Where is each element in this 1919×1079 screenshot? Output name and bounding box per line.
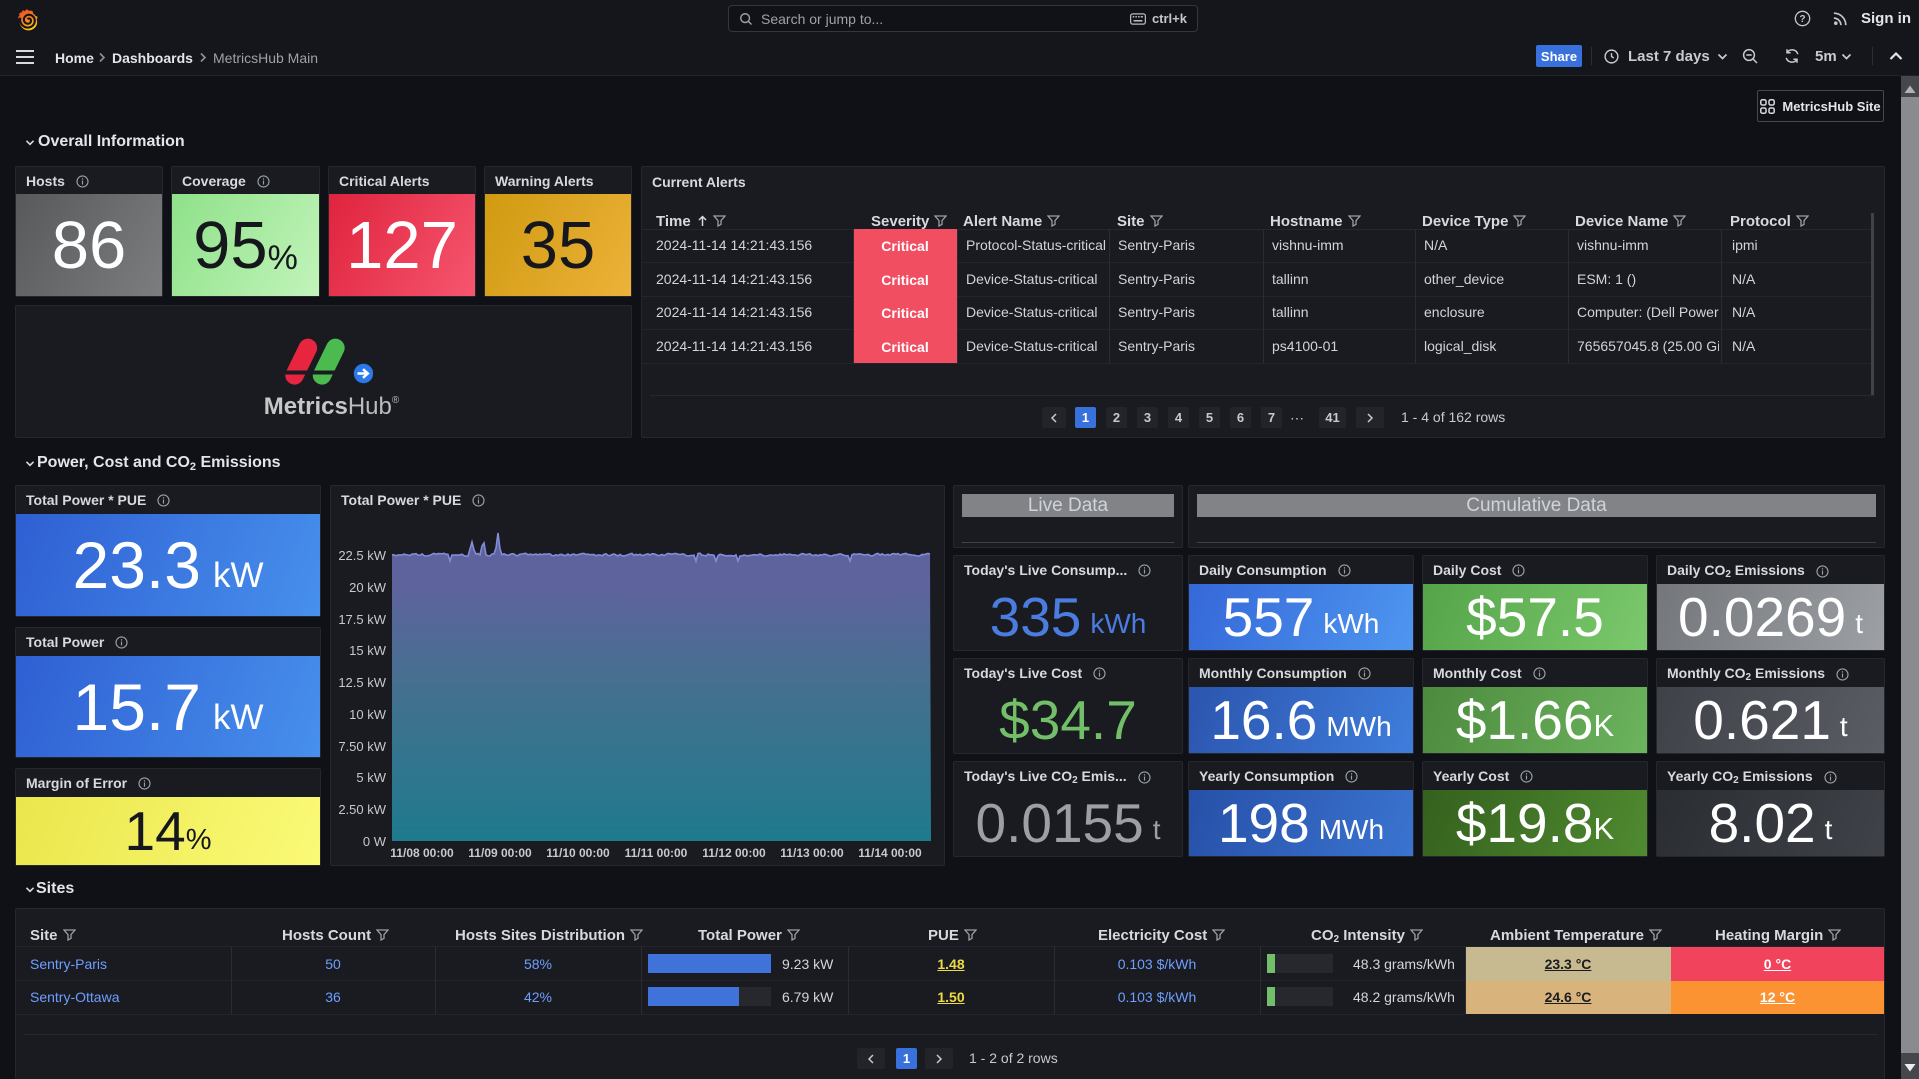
svg-text:?: ? bbox=[1799, 14, 1805, 25]
